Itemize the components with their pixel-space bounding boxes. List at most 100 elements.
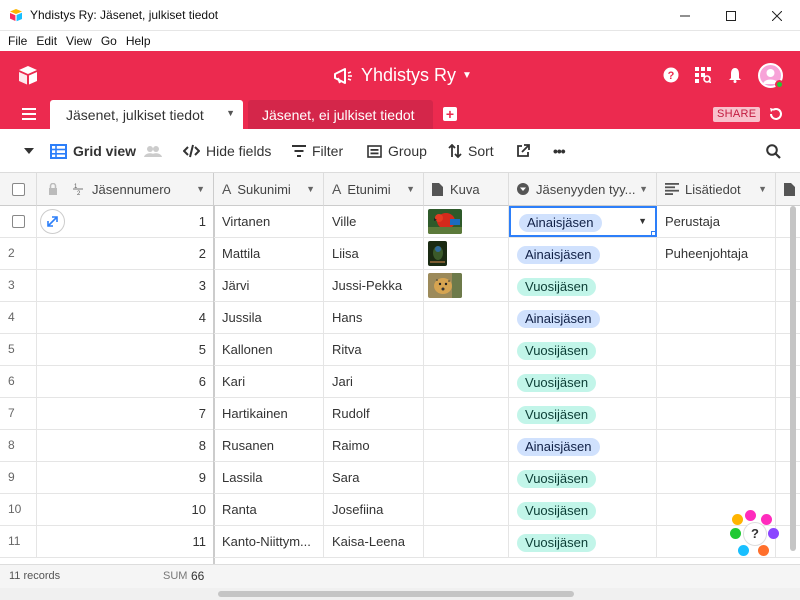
jasenyyden-tyyppi-cell[interactable]: Vuosijäsen (509, 398, 657, 429)
menu-go[interactable]: Go (101, 34, 117, 48)
table-row[interactable]: Jussila Hans Ainaisjäsen (214, 302, 800, 334)
kuva-cell[interactable] (424, 334, 509, 365)
kuva-cell[interactable] (424, 206, 509, 237)
jasennumero-cell[interactable]: 11 (37, 526, 214, 557)
jasennumero-cell[interactable]: 10 (37, 494, 214, 525)
etunimi-cell[interactable]: Ritva (324, 334, 424, 365)
sukunimi-cell[interactable]: Rusanen (214, 430, 324, 461)
jasenyyden-tyyppi-cell[interactable]: Ainaisjäsen (509, 302, 657, 333)
row-number[interactable]: 8 (0, 430, 37, 461)
sukunimi-cell[interactable]: Hartikainen (214, 398, 324, 429)
sukunimi-cell[interactable]: Järvi (214, 270, 324, 301)
table-row[interactable]: Ranta Josefiina Vuosijäsen (214, 494, 800, 526)
jasenyyden-tyyppi-cell[interactable]: Vuosijäsen (509, 270, 657, 301)
jasennumero-cell[interactable]: 6 (37, 366, 214, 397)
hamburger-menu-icon[interactable] (22, 108, 36, 120)
column-header-etunimi[interactable]: A Etunimi ▼ (324, 173, 424, 206)
jasenyyden-tyyppi-cell[interactable]: Ainaisjäsen (509, 430, 657, 461)
table-row[interactable]: 66 (0, 366, 214, 398)
chevron-down-icon[interactable]: ▼ (306, 184, 315, 194)
column-header-jasenyyden-tyyppi[interactable]: Jäsenyyden tyy... ▼ (509, 173, 657, 206)
base-title[interactable]: Yhdistys Ry ▼ (333, 65, 472, 86)
jasenyyden-tyyppi-cell[interactable]: Ainaisjäsen ▼ (509, 206, 657, 237)
home-logo-icon[interactable] (17, 64, 39, 86)
etunimi-cell[interactable]: Jussi-Pekka (324, 270, 424, 301)
kuva-cell[interactable] (424, 430, 509, 461)
menu-file[interactable]: File (8, 34, 27, 48)
hide-fields-button[interactable]: Hide fields (183, 129, 271, 173)
kuva-cell[interactable] (424, 526, 509, 557)
lisatiedot-cell[interactable]: Perustaja (657, 206, 776, 237)
row-number[interactable]: 6 (0, 366, 37, 397)
sukunimi-cell[interactable]: Kallonen (214, 334, 324, 365)
cheetah-image-thumbnail[interactable] (428, 273, 462, 298)
table-row[interactable]: 10 10 (0, 494, 214, 526)
table-row[interactable]: 88 (0, 430, 214, 462)
row-number[interactable]: 7 (0, 398, 37, 429)
column-header-kuva[interactable]: Kuva (424, 173, 509, 206)
close-button[interactable] (754, 0, 800, 31)
column-header-jasennumero[interactable]: 1 2 Jäsennumero ▼ (37, 173, 214, 206)
table-row[interactable]: 22 (0, 238, 214, 270)
sukunimi-cell[interactable]: Mattila (214, 238, 324, 269)
row-select-cell[interactable] (0, 206, 37, 237)
kuva-cell[interactable] (424, 494, 509, 525)
share-view-button[interactable] (516, 129, 536, 173)
expand-record-icon[interactable] (40, 209, 65, 234)
row-number[interactable]: 5 (0, 334, 37, 365)
etunimi-cell[interactable]: Raimo (324, 430, 424, 461)
etunimi-cell[interactable]: Jari (324, 366, 424, 397)
user-avatar[interactable] (758, 63, 784, 89)
jasenyyden-tyyppi-cell[interactable]: Vuosijäsen (509, 494, 657, 525)
column-header-sukunimi[interactable]: A Sukunimi ▼ (214, 173, 324, 206)
lisatiedot-cell[interactable] (657, 398, 776, 429)
table-row[interactable]: Järvi Jussi-Pekka Vuosijäsen (214, 270, 800, 302)
share-button[interactable]: SHARE (713, 107, 761, 122)
chevron-down-icon[interactable]: ▼ (758, 184, 767, 194)
row-number[interactable]: 9 (0, 462, 37, 493)
vertical-scrollbar[interactable] (790, 206, 798, 556)
notifications-bell-icon[interactable] (725, 65, 745, 85)
apps-grid-icon[interactable] (693, 65, 713, 85)
table-row[interactable]: Kallonen Ritva Vuosijäsen (214, 334, 800, 366)
lisatiedot-cell[interactable]: Puheenjohtaja (657, 238, 776, 269)
lisatiedot-cell[interactable] (657, 430, 776, 461)
kuva-cell[interactable] (424, 302, 509, 333)
table-row[interactable]: Rusanen Raimo Ainaisjäsen (214, 430, 800, 462)
etunimi-cell[interactable]: Hans (324, 302, 424, 333)
jasennumero-cell[interactable]: 5 (37, 334, 214, 365)
select-all-checkbox[interactable] (11, 182, 25, 196)
lisatiedot-cell[interactable] (657, 334, 776, 365)
view-switcher[interactable]: Grid view (50, 129, 168, 173)
horizontal-scrollbar[interactable] (0, 588, 800, 600)
sort-button[interactable]: Sort (448, 129, 494, 173)
sukunimi-cell[interactable]: Jussila (214, 302, 324, 333)
kuva-cell[interactable] (424, 238, 509, 269)
menu-help[interactable]: Help (126, 34, 151, 48)
lisatiedot-cell[interactable] (657, 366, 776, 397)
jasennumero-cell[interactable]: 9 (37, 462, 214, 493)
history-icon[interactable] (767, 105, 785, 123)
tab-ei-julkiset-tiedot[interactable]: Jäsenet, ei julkiset tiedot (248, 100, 433, 129)
horizontal-scroll-thumb[interactable] (218, 591, 574, 597)
lisatiedot-cell[interactable] (657, 270, 776, 301)
table-row[interactable]: 55 (0, 334, 214, 366)
etunimi-cell[interactable]: Ville (324, 206, 424, 237)
table-row[interactable]: Mattila Liisa Ainaisjäsen Puheenjohtaja (214, 238, 800, 270)
column-header-lisatiedot[interactable]: Lisätiedot ▼ (657, 173, 776, 206)
table-row[interactable]: Kari Jari Vuosijäsen (214, 366, 800, 398)
more-options-button[interactable]: ••• (553, 129, 566, 173)
menu-view[interactable]: View (66, 34, 92, 48)
parrot-image-thumbnail[interactable] (428, 209, 462, 234)
help-widget[interactable]: ? (730, 510, 780, 560)
table-row[interactable]: 1 (0, 206, 214, 238)
sukunimi-cell[interactable]: Ranta (214, 494, 324, 525)
lisatiedot-cell[interactable] (657, 302, 776, 333)
table-row[interactable]: Lassila Sara Vuosijäsen (214, 462, 800, 494)
tab-julkiset-tiedot[interactable]: Jäsenet, julkiset tiedot ▼ (50, 100, 243, 129)
table-row[interactable]: 33 (0, 270, 214, 302)
row-checkbox[interactable] (11, 215, 25, 228)
sukunimi-cell[interactable]: Virtanen (214, 206, 324, 237)
sukunimi-cell[interactable]: Kari (214, 366, 324, 397)
jasenyyden-tyyppi-cell[interactable]: Vuosijäsen (509, 334, 657, 365)
